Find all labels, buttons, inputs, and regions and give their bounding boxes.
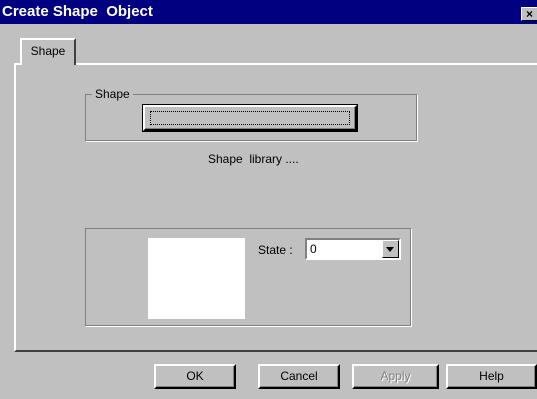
window-title: Create Shape Object	[2, 3, 153, 20]
close-icon[interactable]: ×	[521, 7, 537, 21]
shape-group-label: Shape	[92, 88, 133, 101]
apply-button[interactable]: Apply	[352, 364, 439, 389]
help-button[interactable]: Help	[446, 364, 537, 389]
focus-rect	[150, 111, 350, 125]
state-value: 0	[310, 242, 317, 256]
shape-preview	[148, 238, 245, 319]
cancel-button[interactable]: Cancel	[258, 364, 340, 389]
shape-library-button[interactable]: Shape library ....	[142, 104, 358, 166]
state-dropdown[interactable]: 0	[305, 238, 401, 260]
tab-shape[interactable]: Shape	[20, 38, 76, 65]
shape-library-label: Shape library ....	[207, 152, 299, 166]
chevron-down-icon[interactable]	[382, 240, 399, 258]
ok-button[interactable]: OK	[154, 364, 236, 389]
state-label: State :	[258, 243, 293, 257]
title-bar: Create Shape Object ×	[0, 0, 537, 24]
